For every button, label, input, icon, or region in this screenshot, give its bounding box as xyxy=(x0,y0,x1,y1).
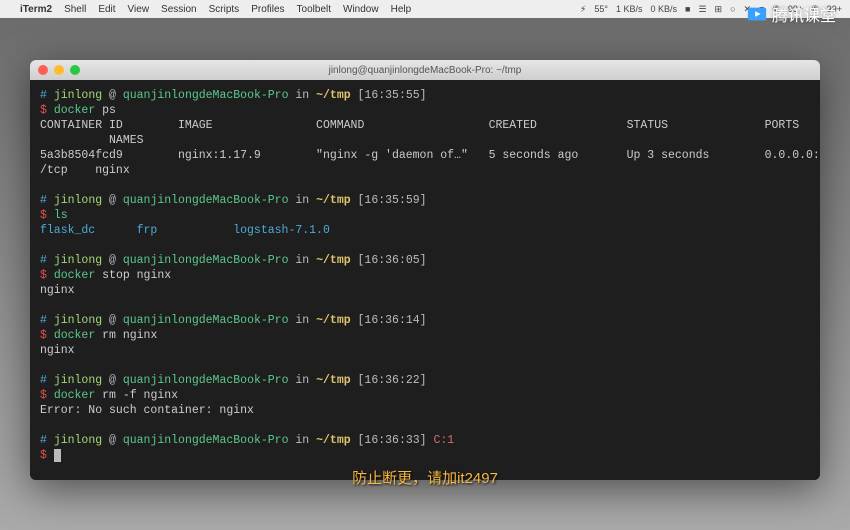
window-title: jinlong@quanjinlongdeMacBook-Pro: ~/tmp xyxy=(30,65,820,76)
prompt-host: quanjinlongdeMacBook-Pro xyxy=(123,89,289,102)
status-temp: 55° xyxy=(594,4,608,14)
menu-profiles[interactable]: Profiles xyxy=(251,4,284,15)
docker-ps-header2: NAMES xyxy=(40,133,810,148)
mac-menubar: iTerm2 Shell Edit View Session Scripts P… xyxy=(0,0,850,18)
menu-view[interactable]: View xyxy=(128,4,150,15)
watermark-text: 腾讯课堂 xyxy=(772,2,836,26)
menu-window[interactable]: Window xyxy=(343,4,379,15)
menu-toolbelt[interactable]: Toolbelt xyxy=(297,4,331,15)
platform-watermark: 腾讯课堂 xyxy=(746,2,836,26)
prompt-user: jinlong xyxy=(54,89,102,102)
close-icon[interactable] xyxy=(38,65,48,75)
status-icon: ○ xyxy=(730,4,735,14)
cmd-ls: ls xyxy=(54,209,68,222)
ls-output: flask_dc frp logstash-7.1.0 xyxy=(40,223,810,238)
menubar-app-name[interactable]: iTerm2 xyxy=(20,4,52,15)
prompt-in: in xyxy=(295,89,309,102)
minimize-icon[interactable] xyxy=(54,65,64,75)
prompt-at: @ xyxy=(109,89,116,102)
docker-ps-header: CONTAINER ID IMAGE COMMAND CREATED STATU… xyxy=(40,118,810,133)
rm-output: nginx xyxy=(40,343,810,358)
status-icon: ⚡︎ xyxy=(580,4,586,15)
docker-ps-row2: /tcp nginx xyxy=(40,163,810,178)
video-subtitle: 防止断更，请加it2497 xyxy=(0,467,850,488)
prompt-dollar: $ xyxy=(40,104,47,117)
zoom-icon[interactable] xyxy=(70,65,80,75)
menu-scripts[interactable]: Scripts xyxy=(209,4,240,15)
menu-shell[interactable]: Shell xyxy=(64,4,86,15)
status-icon: ■ xyxy=(685,4,690,14)
status-icon: ☰ xyxy=(698,4,706,15)
cmd-docker: docker xyxy=(54,104,95,117)
prompt-path: ~/tmp xyxy=(316,89,351,102)
window-titlebar[interactable]: jinlong@quanjinlongdeMacBook-Pro: ~/tmp xyxy=(30,60,820,80)
prompt-time: [16:35:55] xyxy=(358,89,427,102)
rmf-output: Error: No such container: nginx xyxy=(40,403,810,418)
stop-output: nginx xyxy=(40,283,810,298)
cmd-args: ps xyxy=(102,104,116,117)
terminal-window: jinlong@quanjinlongdeMacBook-Pro: ~/tmp … xyxy=(30,60,820,480)
menu-help[interactable]: Help xyxy=(391,4,412,15)
menu-session[interactable]: Session xyxy=(161,4,197,15)
status-net-down: 0 KB/s xyxy=(651,4,678,14)
status-net-up: 1 KB/s xyxy=(616,4,643,14)
prompt-exitcode: C:1 xyxy=(433,434,454,447)
docker-ps-row: 5a3b8504fcd9 nginx:1.17.9 "nginx -g 'dae… xyxy=(40,148,810,163)
prompt-hash: # xyxy=(40,89,47,102)
status-icon: ⊞ xyxy=(715,4,723,15)
traffic-lights xyxy=(38,65,80,75)
menu-edit[interactable]: Edit xyxy=(98,4,115,15)
terminal-body[interactable]: # jinlong @ quanjinlongdeMacBook-Pro in … xyxy=(30,80,820,480)
play-icon xyxy=(746,3,768,25)
cursor-icon xyxy=(54,449,61,462)
